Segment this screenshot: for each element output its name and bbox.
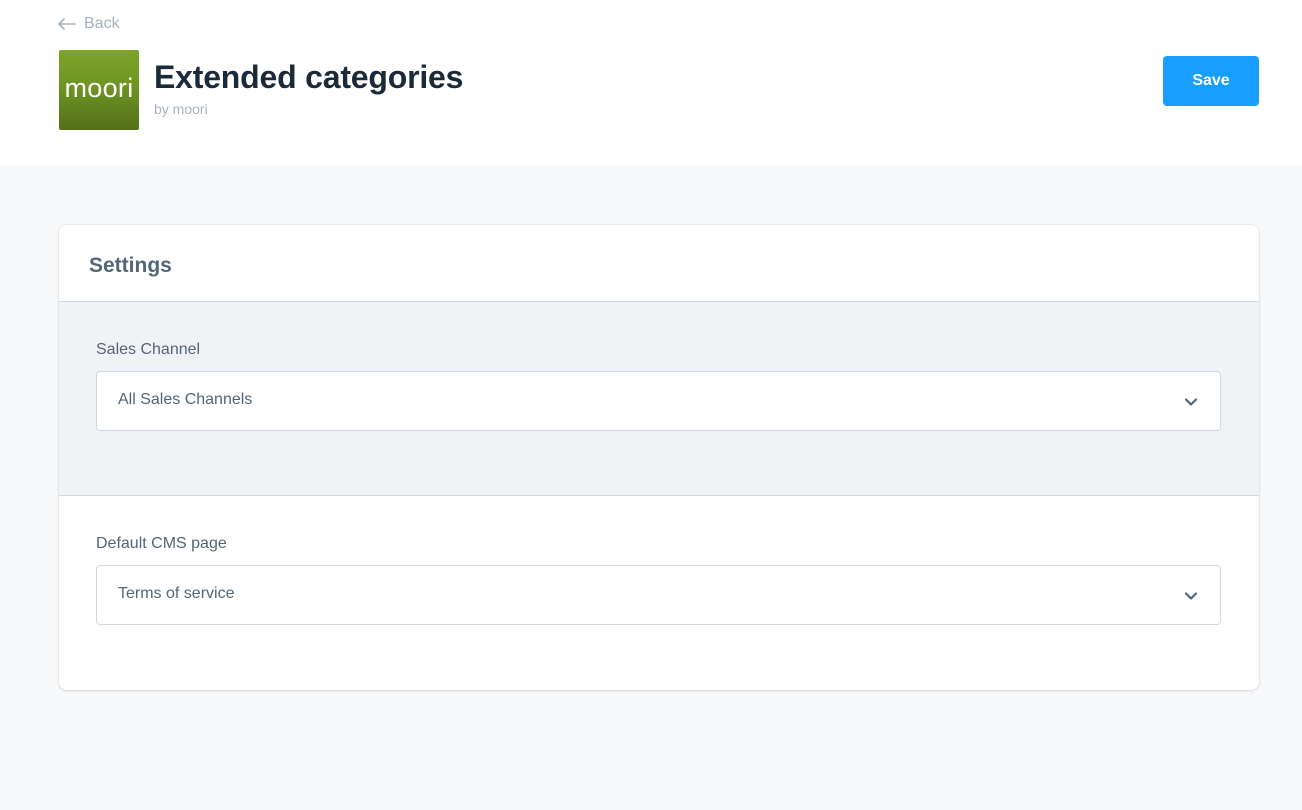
default-cms-page-section: Default CMS page Terms of service xyxy=(59,496,1259,690)
default-cms-page-select[interactable]: Terms of service xyxy=(96,565,1221,625)
sales-channel-value: All Sales Channels xyxy=(118,391,253,408)
default-cms-page-value: Terms of service xyxy=(118,585,235,602)
default-cms-page-label: Default CMS page xyxy=(96,535,227,552)
app-header: Back moori Extended categories by moori … xyxy=(0,0,1302,165)
chevron-down-icon xyxy=(1184,592,1198,600)
save-button[interactable]: Save xyxy=(1163,56,1259,106)
page-title: Extended categories xyxy=(154,59,464,95)
arrow-left-icon xyxy=(58,18,76,30)
sales-channel-label: Sales Channel xyxy=(96,341,201,358)
settings-title: Settings xyxy=(89,254,172,277)
back-link[interactable]: Back xyxy=(58,13,120,35)
sales-channel-section: Sales Channel All Sales Channels xyxy=(59,302,1259,496)
app-logo-text: moori xyxy=(64,73,134,103)
app-logo: moori xyxy=(59,50,139,130)
sales-channel-select[interactable]: All Sales Channels xyxy=(96,371,1221,431)
back-label: Back xyxy=(84,15,120,32)
chevron-down-icon xyxy=(1184,398,1198,406)
settings-card: Settings Sales Channel All Sales Channel… xyxy=(59,225,1259,690)
settings-card-header: Settings xyxy=(59,225,1259,302)
app-author: by moori xyxy=(154,101,208,117)
